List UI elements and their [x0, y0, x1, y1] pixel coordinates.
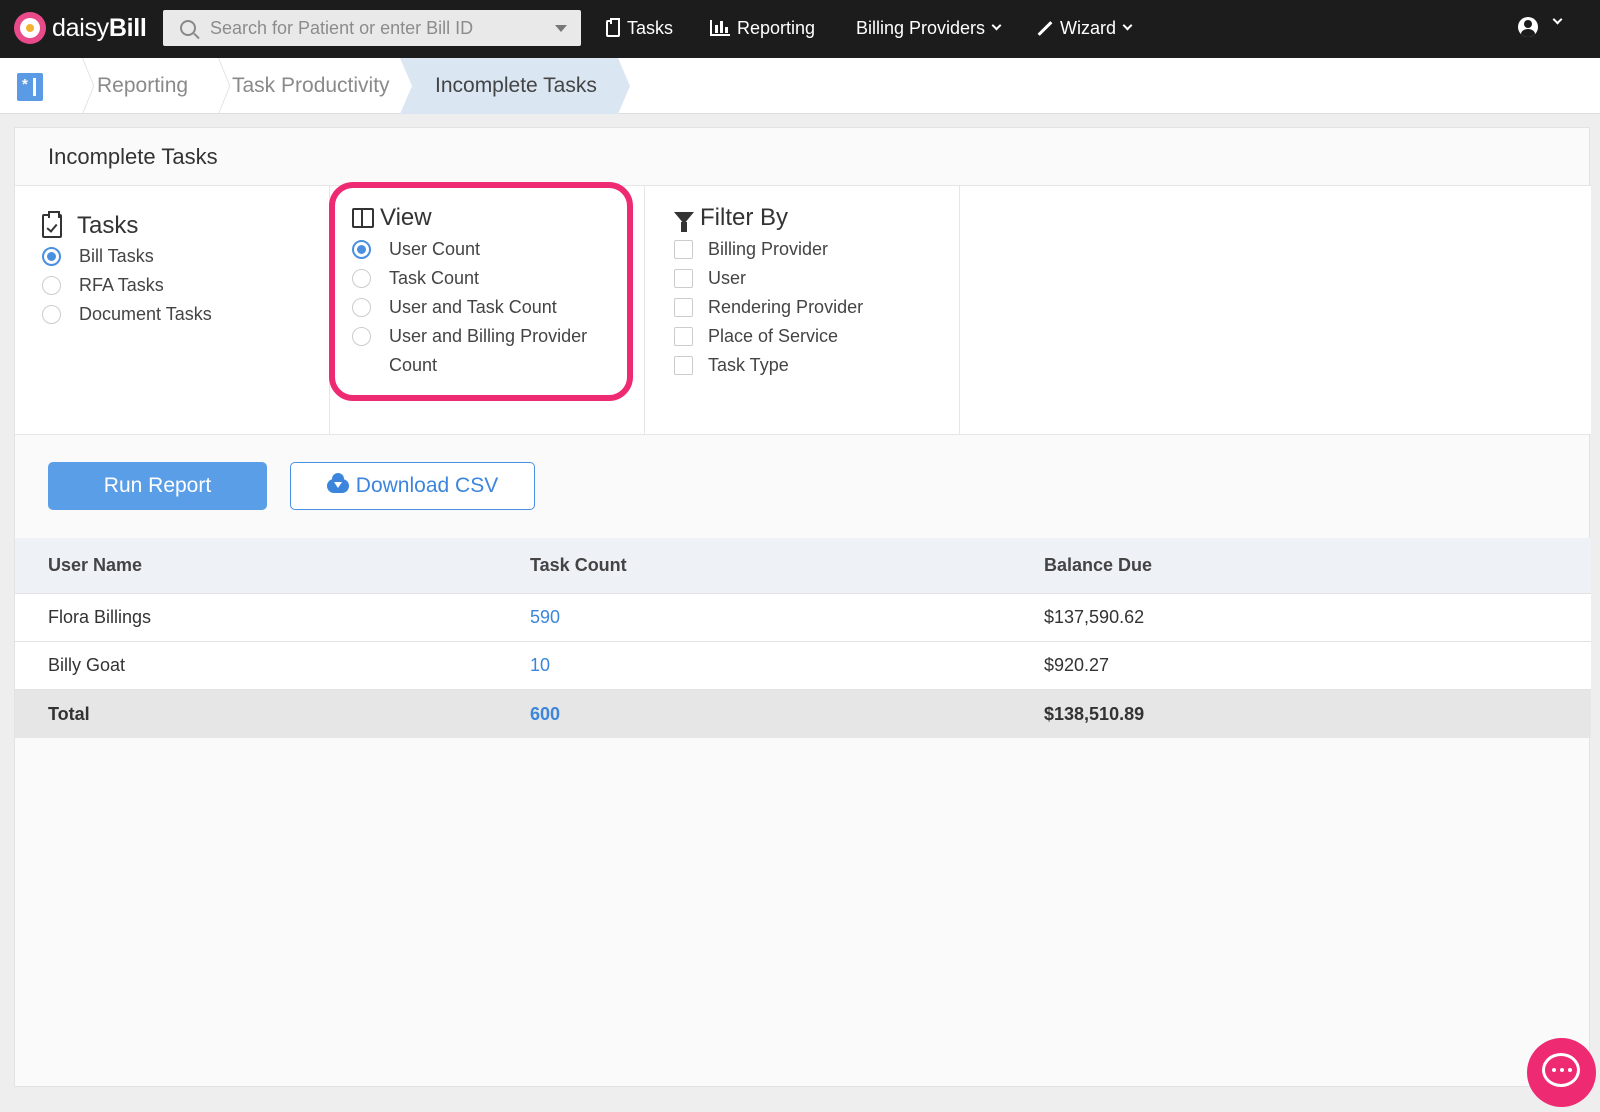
nav-tasks-label: Tasks: [627, 17, 674, 38]
user-name-cell: Flora Billings: [48, 607, 152, 627]
filter-group-title: Filter By: [700, 204, 789, 231]
checkbox-task-type[interactable]: Task Type: [674, 351, 789, 380]
daisy-logo-icon: [14, 12, 46, 44]
checkbox-place-of-service[interactable]: Place of Service: [674, 322, 838, 351]
report-panel: Incomplete Tasks Tasks Bill Tasks RFA Ta…: [14, 127, 1591, 1087]
search-input[interactable]: [210, 17, 540, 39]
radio-unselected-icon[interactable]: [42, 276, 61, 295]
breadcrumb-item-incomplete-tasks: Incomplete Tasks: [400, 58, 630, 114]
bar-chart-icon: [710, 20, 730, 36]
page-title: Incomplete Tasks: [48, 144, 218, 169]
column-header-task-count[interactable]: Task Count: [530, 555, 627, 576]
option-label: Billing Provider: [708, 239, 829, 259]
report-table: User Name Task Count Balance Due Flora B…: [15, 538, 1591, 738]
report-options: Tasks Bill Tasks RFA Tasks Document Task…: [15, 186, 1591, 435]
checkbox-billing-provider[interactable]: Billing Provider: [674, 235, 828, 264]
filter-options: Filter By Billing Provider User Renderin…: [645, 186, 960, 435]
radio-bill-tasks[interactable]: Bill Tasks: [42, 242, 154, 271]
nav-tasks[interactable]: Tasks: [606, 15, 673, 41]
clipboard-check-icon: [42, 211, 62, 238]
checkbox-icon[interactable]: [674, 269, 693, 288]
nav-reporting[interactable]: Reporting: [710, 15, 815, 41]
task-count-link[interactable]: 590: [530, 607, 560, 628]
balance-due-cell: $137,590.62: [1044, 607, 1145, 627]
checkbox-rendering-provider[interactable]: Rendering Provider: [674, 293, 863, 322]
chat-bubble-icon: [1542, 1053, 1580, 1087]
checkbox-icon[interactable]: [674, 240, 693, 259]
column-header-balance-due[interactable]: Balance Due: [1044, 555, 1152, 576]
nav-reporting-label: Reporting: [737, 17, 816, 38]
balance-due-cell: $920.27: [1044, 655, 1110, 675]
run-report-button[interactable]: Run Report: [48, 462, 267, 510]
option-label: Task Type: [708, 355, 789, 375]
logo-text-bold: Bill: [108, 13, 147, 42]
download-csv-button[interactable]: Download CSV: [290, 462, 535, 510]
radio-document-tasks[interactable]: Document Tasks: [42, 300, 212, 329]
table-header: User Name Task Count Balance Due: [15, 538, 1591, 594]
view-highlight-annotation: [329, 182, 633, 401]
table-total-row: Total 600 $138,510.89: [15, 690, 1591, 738]
checkbox-icon[interactable]: [674, 298, 693, 317]
top-nav: daisyBill Tasks Reporting Billing Provid…: [0, 0, 1600, 58]
option-label: RFA Tasks: [79, 275, 164, 295]
search-box: [163, 10, 581, 46]
tasks-group-title: Tasks: [77, 212, 139, 239]
tasks-options: Tasks Bill Tasks RFA Tasks Document Task…: [15, 186, 330, 435]
magic-wand-icon: [1035, 19, 1053, 37]
option-label: Bill Tasks: [79, 246, 154, 266]
cloud-download-icon: [326, 473, 349, 493]
nav-billing-providers-label: Billing Providers: [856, 17, 986, 38]
breadcrumb-item-reporting[interactable]: Reporting: [97, 58, 188, 114]
total-label: Total: [48, 703, 90, 724]
home-icon[interactable]: [17, 73, 43, 101]
table-row: Flora Billings 590 $137,590.62: [15, 594, 1591, 642]
radio-rfa-tasks[interactable]: RFA Tasks: [42, 271, 164, 300]
search-icon: [180, 20, 196, 36]
chevron-down-icon: [991, 20, 1002, 31]
user-name-cell: Billy Goat: [48, 655, 126, 675]
search-dropdown-icon[interactable]: [555, 25, 567, 32]
nav-billing-providers[interactable]: Billing Providers: [856, 15, 1002, 41]
nav-wizard-label: Wizard: [1060, 17, 1117, 38]
logo-text-light: daisy: [52, 13, 109, 42]
option-label: Document Tasks: [79, 304, 212, 324]
breadcrumb-separator: [200, 58, 201, 114]
chevron-down-icon[interactable]: [1552, 14, 1563, 25]
radio-unselected-icon[interactable]: [42, 305, 61, 324]
download-csv-label: Download CSV: [355, 474, 499, 497]
filter-icon: [674, 212, 694, 232]
option-label: Rendering Provider: [708, 297, 864, 317]
total-balance-due: $138,510.89: [1044, 703, 1145, 724]
breadcrumb: Reporting Task Productivity Incomplete T…: [0, 58, 1600, 114]
user-account-icon[interactable]: [1518, 17, 1538, 37]
clipboard-check-icon: [606, 17, 620, 37]
total-task-count-link[interactable]: 600: [530, 704, 560, 725]
task-count-link[interactable]: 10: [530, 655, 550, 676]
option-label: Place of Service: [708, 326, 839, 346]
chat-button[interactable]: [1527, 1038, 1596, 1107]
chevron-down-icon: [1122, 20, 1133, 31]
checkbox-icon[interactable]: [674, 356, 693, 375]
radio-selected-icon[interactable]: [42, 247, 61, 266]
breadcrumb-separator: [64, 58, 65, 114]
breadcrumb-item-task-productivity[interactable]: Task Productivity: [232, 58, 390, 114]
daisybill-logo[interactable]: daisyBill: [14, 11, 147, 45]
nav-wizard[interactable]: Wizard: [1035, 15, 1133, 41]
checkbox-user[interactable]: User: [674, 264, 746, 293]
table-row: Billy Goat 10 $920.27: [15, 642, 1591, 690]
column-header-user-name[interactable]: User Name: [48, 555, 142, 576]
option-label: User: [708, 268, 747, 288]
checkbox-icon[interactable]: [674, 327, 693, 346]
